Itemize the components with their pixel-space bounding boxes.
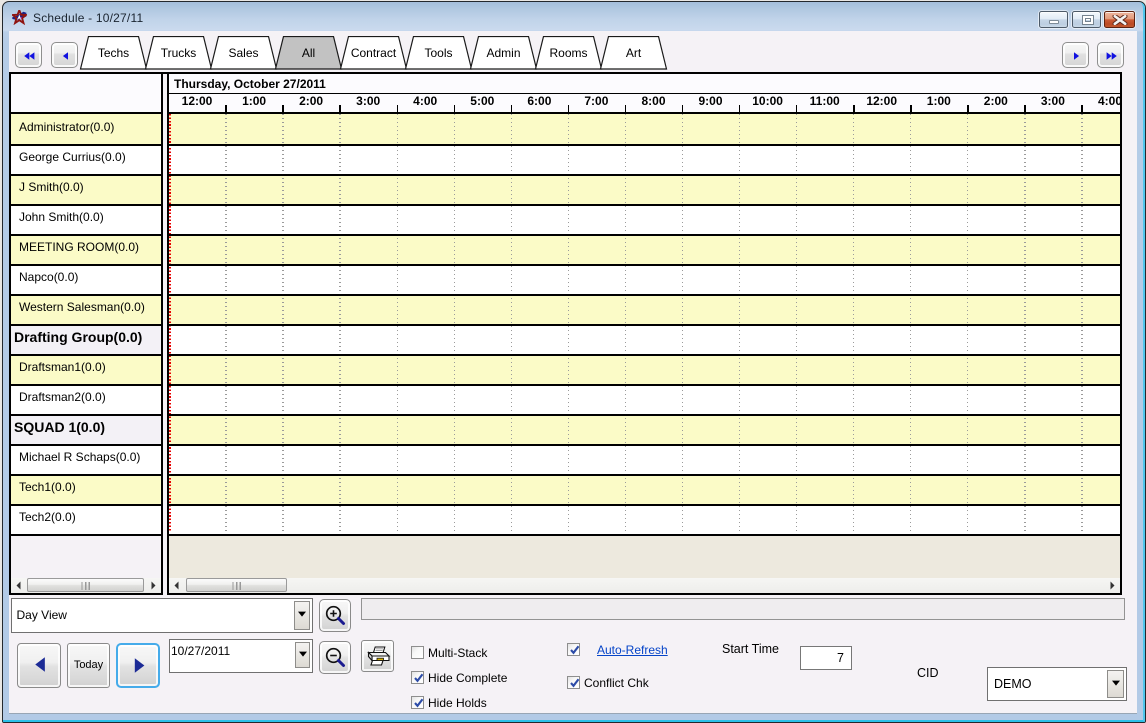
svg-text:Trucks: Trucks bbox=[161, 46, 197, 60]
svg-text:All: All bbox=[302, 46, 315, 60]
svg-text:Sales: Sales bbox=[228, 46, 258, 60]
svg-text:Art: Art bbox=[626, 46, 642, 60]
svg-text:Contract: Contract bbox=[351, 46, 397, 60]
svg-text:Admin: Admin bbox=[486, 46, 520, 60]
svg-text:Techs: Techs bbox=[98, 46, 129, 60]
svg-text:Rooms: Rooms bbox=[549, 46, 587, 60]
svg-text:Tools: Tools bbox=[424, 46, 452, 60]
